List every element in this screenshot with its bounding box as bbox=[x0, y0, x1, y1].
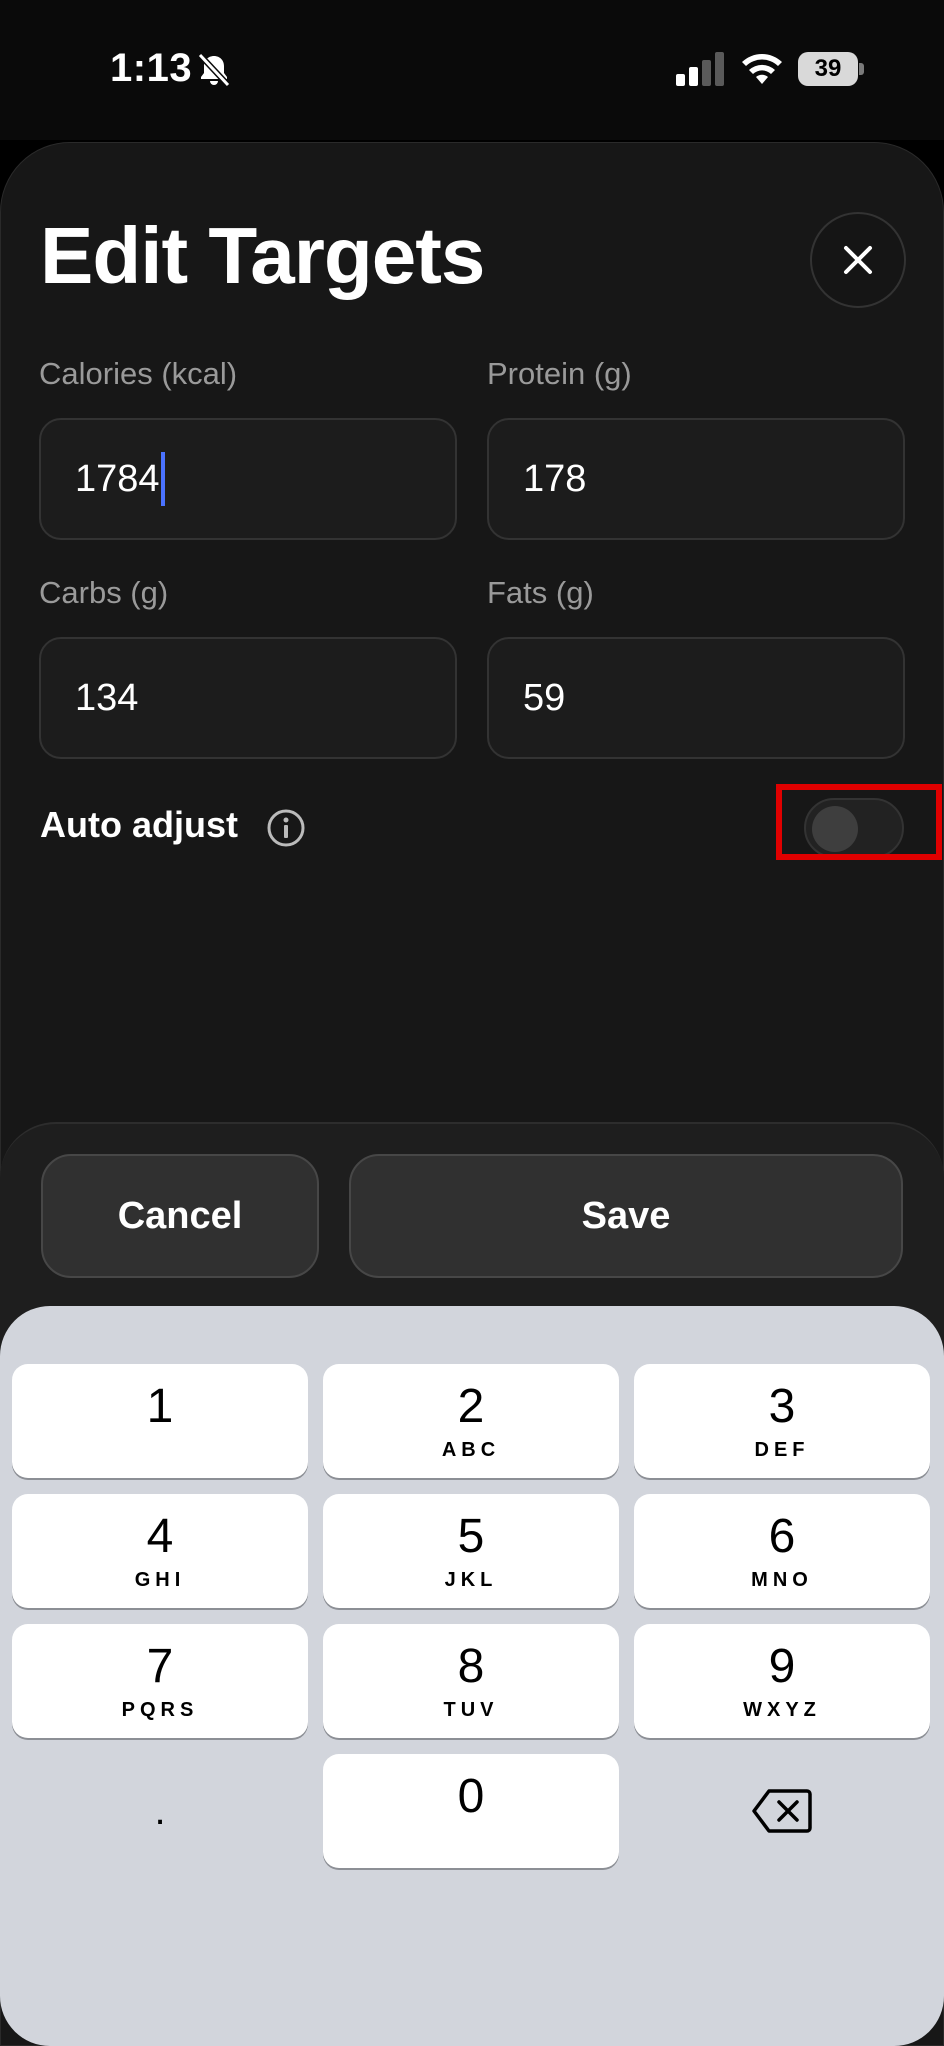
protein-value: 178 bbox=[523, 457, 587, 500]
key-6[interactable]: 6 MNO bbox=[634, 1494, 930, 1608]
key-letters: WXYZ bbox=[743, 1699, 821, 1721]
backspace-icon bbox=[752, 1789, 812, 1833]
carbs-value: 134 bbox=[75, 676, 139, 719]
key-number: 8 bbox=[457, 1640, 485, 1693]
key-4[interactable]: 4 GHI bbox=[12, 1494, 308, 1608]
key-number: 4 bbox=[146, 1510, 174, 1563]
key-0[interactable]: 0 bbox=[323, 1754, 619, 1868]
bell-slash-icon bbox=[197, 52, 231, 88]
highlight-box bbox=[776, 784, 942, 860]
backspace-key[interactable] bbox=[634, 1754, 930, 1868]
decimal-label: . bbox=[154, 1789, 166, 1833]
key-number: 6 bbox=[768, 1510, 796, 1563]
battery-level: 39 bbox=[798, 52, 858, 86]
text-caret bbox=[160, 452, 165, 506]
close-icon bbox=[844, 246, 872, 274]
key-decimal[interactable]: . bbox=[12, 1754, 308, 1868]
status-time: 1:13 bbox=[110, 46, 193, 90]
carbs-label: Carbs (g) bbox=[39, 575, 169, 610]
key-number: 3 bbox=[768, 1380, 796, 1433]
status-bar: 1:13 39 bbox=[0, 0, 944, 140]
key-5[interactable]: 5 JKL bbox=[323, 1494, 619, 1608]
close-button[interactable] bbox=[810, 212, 906, 308]
cancel-button[interactable]: Cancel bbox=[41, 1154, 319, 1278]
key-letters: TUV bbox=[443, 1699, 499, 1721]
key-letters: ABC bbox=[441, 1439, 501, 1461]
fats-value: 59 bbox=[523, 676, 566, 719]
key-letters: JKL bbox=[444, 1569, 498, 1591]
calories-value: 1784 bbox=[75, 457, 160, 500]
auto-adjust-label: Auto adjust bbox=[40, 804, 238, 845]
page-title: Edit Targets bbox=[40, 211, 485, 300]
key-letters: PQRS bbox=[121, 1699, 199, 1721]
key-number: 1 bbox=[146, 1380, 174, 1433]
calories-field[interactable]: 1784 bbox=[39, 418, 457, 540]
key-8[interactable]: 8 TUV bbox=[323, 1624, 619, 1738]
save-button[interactable]: Save bbox=[349, 1154, 903, 1278]
info-icon[interactable] bbox=[266, 808, 306, 848]
key-letters: DEF bbox=[754, 1439, 810, 1461]
key-letters: GHI bbox=[134, 1569, 186, 1591]
key-number: 2 bbox=[457, 1380, 485, 1433]
key-number: 5 bbox=[457, 1510, 485, 1563]
key-7[interactable]: 7 PQRS bbox=[12, 1624, 308, 1738]
key-9[interactable]: 9 WXYZ bbox=[634, 1624, 930, 1738]
protein-label: Protein (g) bbox=[487, 356, 632, 391]
key-number: 7 bbox=[146, 1640, 174, 1693]
fats-label: Fats (g) bbox=[487, 575, 594, 610]
carbs-field[interactable]: 134 bbox=[39, 637, 457, 759]
key-3[interactable]: 3 DEF bbox=[634, 1364, 930, 1478]
numeric-keypad: 1 2 ABC 3 DEF 4 GHI 5 JKL 6 MNO 7 PQRS 8… bbox=[0, 1306, 944, 2046]
calories-label: Calories (kcal) bbox=[39, 356, 238, 391]
cellular-signal-icon bbox=[676, 52, 724, 86]
key-1[interactable]: 1 bbox=[12, 1364, 308, 1478]
key-number: 0 bbox=[457, 1770, 485, 1823]
key-letters: MNO bbox=[751, 1569, 813, 1591]
wifi-icon bbox=[742, 54, 782, 84]
battery-tip bbox=[859, 63, 864, 75]
protein-field[interactable]: 178 bbox=[487, 418, 905, 540]
battery-indicator: 39 bbox=[798, 52, 864, 86]
key-2[interactable]: 2 ABC bbox=[323, 1364, 619, 1478]
key-number: 9 bbox=[768, 1640, 796, 1693]
fats-field[interactable]: 59 bbox=[487, 637, 905, 759]
